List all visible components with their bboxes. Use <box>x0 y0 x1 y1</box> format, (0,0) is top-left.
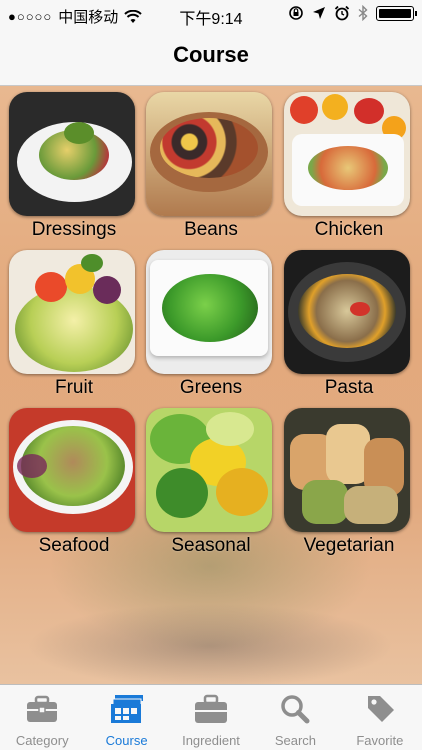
cards-icon <box>110 695 143 723</box>
course-item-beans[interactable]: Beans <box>146 92 276 241</box>
course-item-dressings[interactable]: Dressings <box>9 92 139 241</box>
course-label: Chicken <box>314 219 384 240</box>
page-title: Course <box>173 42 249 67</box>
alarm-icon <box>334 5 350 21</box>
course-label: Vegetarian <box>303 535 395 556</box>
course-label: Seasonal <box>171 535 251 556</box>
tab-label: Search <box>274 733 317 748</box>
pasta-image[interactable] <box>284 250 410 374</box>
course-label: Beans <box>184 219 238 240</box>
tab-label: Course <box>105 733 148 748</box>
course-grid: Dressings Beans Chicken Fruit Greens Pas… <box>0 86 422 684</box>
tab-search[interactable]: Search <box>253 685 337 750</box>
tab-category[interactable]: Category <box>0 685 84 750</box>
course-item-greens[interactable]: Greens <box>146 250 276 399</box>
tag-icon <box>367 696 394 722</box>
tab-label: Category <box>15 733 69 748</box>
tab-bar: Category Course Ingredient Search Favori… <box>0 684 422 750</box>
navigation-bar: Course <box>0 30 422 86</box>
fruit-image[interactable] <box>9 250 135 374</box>
course-content: Dressings Beans Chicken Fruit Greens Pas… <box>0 86 422 684</box>
seafood-image[interactable] <box>9 408 135 532</box>
course-item-pasta[interactable]: Pasta <box>284 250 414 399</box>
course-label: Dressings <box>31 219 117 240</box>
course-label: Greens <box>179 377 243 398</box>
chicken-image[interactable] <box>284 92 410 216</box>
briefcase-icon <box>195 694 228 723</box>
course-label: Fruit <box>55 377 93 398</box>
tab-label: Favorite <box>356 733 404 748</box>
orientation-lock-icon <box>289 6 303 20</box>
course-label: Pasta <box>324 377 374 398</box>
course-item-seafood[interactable]: Seafood <box>9 408 139 557</box>
magnifier-icon <box>281 695 310 724</box>
status-bar: ●○○○○ 中国移动 下午9:14 <box>0 0 422 30</box>
seasonal-image[interactable] <box>146 408 272 532</box>
tab-course[interactable]: Course <box>84 685 168 750</box>
beans-image[interactable] <box>146 92 272 216</box>
battery-icon <box>376 5 417 21</box>
toolbox-icon <box>27 695 58 722</box>
greens-image[interactable] <box>146 250 272 374</box>
tab-favorite[interactable]: Favorite <box>338 685 422 750</box>
tab-label: Ingredient <box>182 733 240 748</box>
bluetooth-icon <box>358 5 368 21</box>
course-label: Seafood <box>38 535 110 556</box>
course-item-chicken[interactable]: Chicken <box>284 92 414 241</box>
dressings-image[interactable] <box>9 92 135 216</box>
vegetarian-image[interactable] <box>284 408 410 532</box>
course-item-fruit[interactable]: Fruit <box>9 250 139 399</box>
course-item-seasonal[interactable]: Seasonal <box>146 408 276 557</box>
course-item-vegetarian[interactable]: Vegetarian <box>284 408 414 557</box>
tab-ingredient[interactable]: Ingredient <box>169 685 253 750</box>
location-icon <box>313 7 325 19</box>
